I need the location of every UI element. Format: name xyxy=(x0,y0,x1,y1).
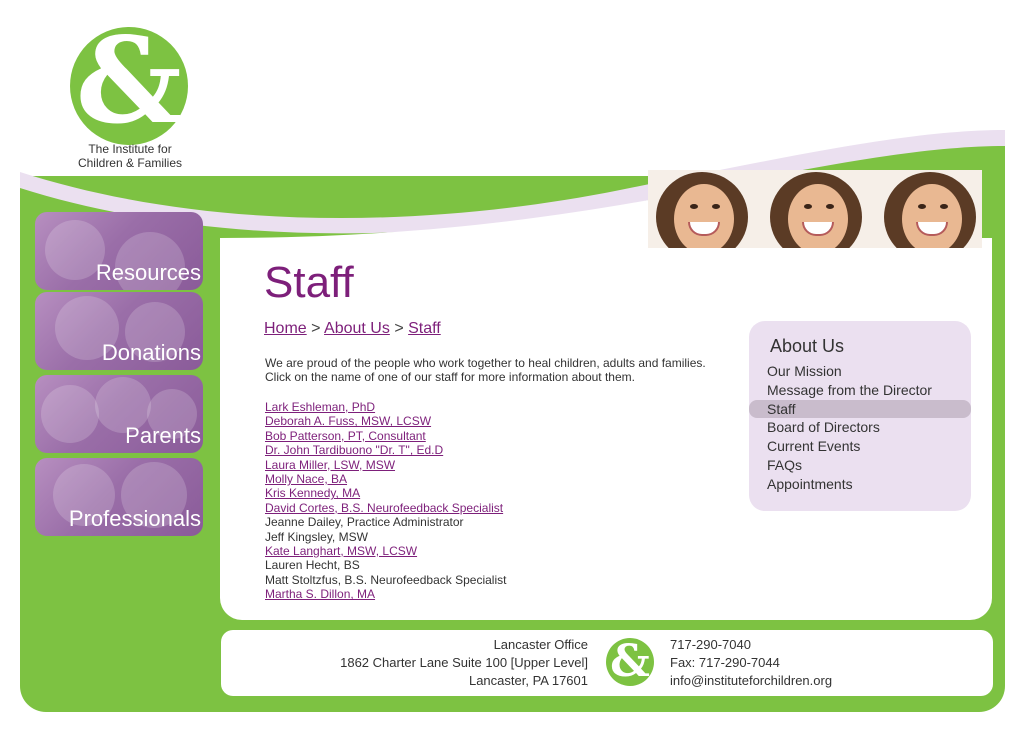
breadcrumb-separator: > xyxy=(394,320,404,337)
staff-link[interactable]: Molly Nace, BA xyxy=(265,472,506,486)
children-photo xyxy=(648,170,982,248)
staff-name: Lauren Hecht, BS xyxy=(265,558,360,573)
footer-address-line: Lancaster, PA 17601 xyxy=(468,673,588,688)
breadcrumb-separator: > xyxy=(311,320,321,337)
footer-office: Lancaster Office xyxy=(493,637,588,652)
staff-link[interactable]: Bob Patterson, PT, Consultant xyxy=(265,429,506,443)
intro-text: We are proud of the people who work toge… xyxy=(265,356,745,384)
page-title: Staff xyxy=(264,258,354,307)
sidebar-item-parents[interactable]: Parents xyxy=(35,375,203,453)
about-us-menu-title: About Us xyxy=(770,336,845,356)
sidebar-item-label: Resources xyxy=(95,260,201,285)
staff-link[interactable]: Martha S. Dillon, MA xyxy=(265,587,506,601)
sidebar-item-label: Parents xyxy=(125,423,201,448)
breadcrumb-about-link[interactable]: About Us xyxy=(324,320,390,337)
child-face-icon xyxy=(884,172,976,248)
staff-name: Matt Stoltzfus, B.S. Neurofeedback Speci… xyxy=(265,572,507,587)
footer-address: Lancaster Office 1862 Charter Lane Suite… xyxy=(300,636,588,690)
about-menu-item[interactable]: Our Mission xyxy=(749,362,971,381)
staff-link[interactable]: Kris Kennedy, MA xyxy=(265,486,506,500)
staff-name: Jeff Kingsley, MSW xyxy=(265,529,368,544)
breadcrumb-staff-link[interactable]: Staff xyxy=(408,320,441,337)
staff-link[interactable]: Lark Eshleman, PhD xyxy=(265,400,506,414)
child-face-icon xyxy=(770,172,862,248)
child-face-icon xyxy=(656,172,748,248)
sidebar-item-label: Professionals xyxy=(68,506,201,531)
about-menu-item[interactable]: Board of Directors xyxy=(749,418,971,437)
staff-link[interactable]: David Cortes, B.S. Neurofeedback Special… xyxy=(265,501,506,515)
about-menu-item[interactable]: Message from the Director xyxy=(749,381,971,400)
footer-address-line: 1862 Charter Lane Suite 100 [Upper Level… xyxy=(340,655,588,670)
staff-name: Jeanne Dailey, Practice Administrator xyxy=(265,515,464,530)
staff-link[interactable]: Laura Miller, LSW, MSW xyxy=(265,458,506,472)
breadcrumb: Home > About Us > Staff xyxy=(264,318,441,340)
sidebar-item-resources[interactable]: Resources xyxy=(35,212,203,290)
staff-link[interactable]: Kate Langhart, MSW, LCSW xyxy=(265,544,506,558)
intro-line: Click on the name of one of our staff fo… xyxy=(265,370,635,384)
staff-list: Lark Eshleman, PhD Deborah A. Fuss, MSW, … xyxy=(265,400,506,601)
staff-link[interactable]: Dr. John Tardibuono "Dr. T", Ed.D xyxy=(265,443,506,457)
about-menu-item[interactable]: FAQs xyxy=(749,456,971,475)
about-menu-item[interactable]: Staff xyxy=(749,399,971,419)
about-menu-item[interactable]: Current Events xyxy=(749,437,971,456)
sidebar-item-donations[interactable]: Donations xyxy=(35,292,203,370)
footer-email-link[interactable]: info@instituteforchildren.org xyxy=(670,672,832,690)
staff-link[interactable]: Deborah A. Fuss, MSW, LCSW xyxy=(265,414,506,428)
sidebar-item-label: Donations xyxy=(101,340,201,365)
footer-fax: Fax: 717-290-7044 xyxy=(670,655,780,670)
intro-line: We are proud of the people who work toge… xyxy=(265,356,706,370)
footer-phone: 717-290-7040 xyxy=(670,637,751,652)
footer-logo-icon: & xyxy=(606,636,654,687)
footer-logo-ampersand: & xyxy=(610,636,650,687)
about-menu-item[interactable]: Appointments xyxy=(749,475,971,494)
footer-contact: 717-290-7040 Fax: 717-290-7044 info@inst… xyxy=(670,636,832,690)
breadcrumb-home-link[interactable]: Home xyxy=(264,320,307,337)
sidebar-item-professionals[interactable]: Professionals xyxy=(35,458,203,536)
about-us-menu-list: Our Mission Message from the Director Staf… xyxy=(749,362,971,494)
